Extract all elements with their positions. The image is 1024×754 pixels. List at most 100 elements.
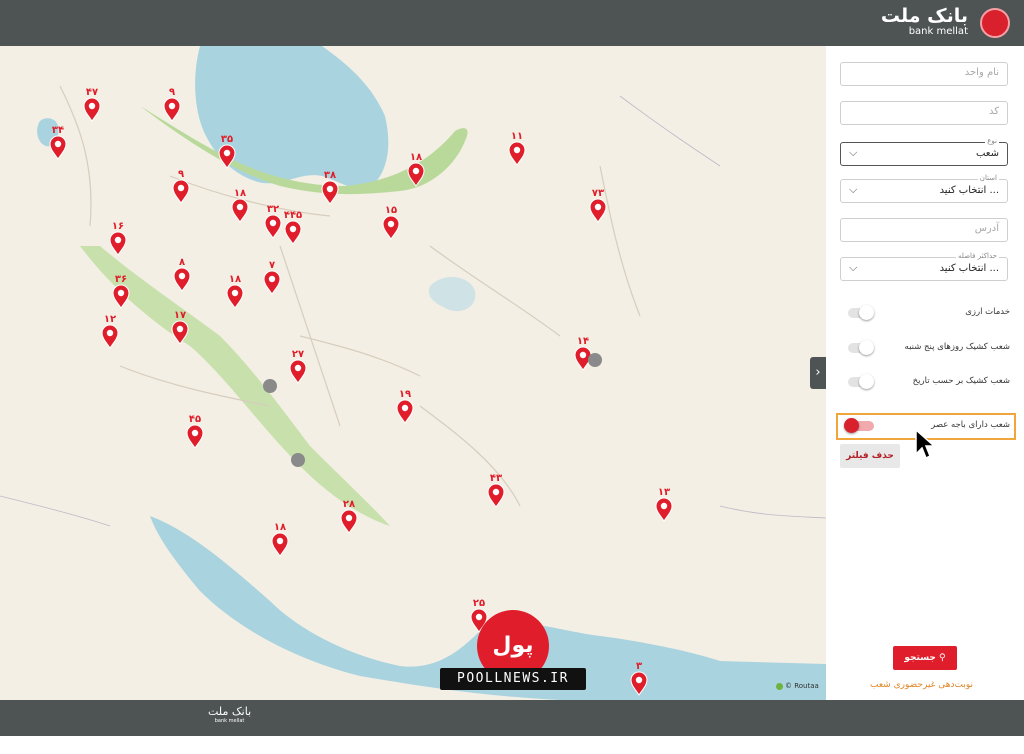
pin-center <box>387 220 395 228</box>
branch-count-label: ۱۸ <box>274 522 286 533</box>
pin-center <box>176 325 184 333</box>
toggle-label: شعب دارای باجه عصر <box>931 420 1010 430</box>
top-header: بانک ملت bank mellat <box>0 0 1024 46</box>
pin-center <box>492 488 500 496</box>
branch-count-label: ۳۸ <box>324 170 336 181</box>
bank-name: بانک ملت <box>880 5 968 27</box>
max-distance-value: انتخاب کنید ... <box>939 263 999 274</box>
branch-count-label: ۱۱ <box>511 131 523 142</box>
province-select[interactable]: استان انتخاب کنید ... ⌵ <box>840 174 1008 203</box>
footer-bank-name: بانک ملت <box>208 705 252 718</box>
pin-center <box>513 146 521 154</box>
pin-center <box>223 149 231 157</box>
map-canvas[interactable]: ۴۷ ۹ ۳۴ ۳۵ ۱۱ ۳۸ ۱۸ ۹ ۱۸ ۳۲ ۴۴۵ ۱۵ ۷۳ ۱۶ ۸ ۱۸ ۷ ۳۶ ۱۲ ۱۷ ۱۴ ۲… <box>0 46 826 700</box>
type-label: نوع <box>985 137 999 145</box>
toggle-date-branches[interactable]: شعب کشیک بر حسب تاریخ <box>840 373 1010 391</box>
code-input[interactable]: کد <box>840 101 1008 125</box>
branch-count-label: ۴۴۵ <box>284 210 302 221</box>
branch-count-label: ۱۹ <box>399 389 411 400</box>
pin-center <box>269 219 277 227</box>
toggle-knob[interactable] <box>859 305 874 320</box>
mouse-cursor-icon <box>915 428 936 460</box>
chevron-down-icon: ⌵ <box>849 146 858 159</box>
branch-count-label: ۱۸ <box>410 152 422 163</box>
address-input[interactable]: آدرس <box>840 218 1008 242</box>
branch-count-label: ۱۷ <box>174 310 186 321</box>
branch-count-label: ۳۴ <box>52 125 64 136</box>
pin-center <box>231 289 239 297</box>
pin-center <box>178 272 186 280</box>
bank-logo[interactable]: بانک ملت bank mellat <box>881 6 968 37</box>
pin-center <box>54 140 62 148</box>
toggle-currency-services[interactable]: خدمات ارزی <box>840 304 1010 322</box>
search-icon: ⚲ <box>939 653 946 663</box>
pin-center <box>88 102 96 110</box>
online-appointment-link[interactable]: نوبت‌دهی غیرحضوری شعب <box>870 680 973 690</box>
routaa-logo-icon <box>776 682 783 690</box>
type-select[interactable]: نوع شعب ⌵ <box>840 137 1008 166</box>
branch-count-label: ۲۷ <box>292 349 304 360</box>
bottom-footer: بانک ملت bank mellat <box>0 700 1024 736</box>
pin-center <box>289 225 297 233</box>
pin-center <box>401 404 409 412</box>
toggle-thursday-branches[interactable]: شعب کشیک روزهای پنج شنبه <box>840 339 1010 357</box>
attribution-text: © Routaa <box>785 682 819 690</box>
toggle-knob[interactable] <box>844 418 859 433</box>
branch-count-label: ۱۶ <box>112 221 124 232</box>
pin-center <box>326 185 334 193</box>
branch-count-label: ۱۲ <box>104 314 116 325</box>
pin-center <box>191 429 199 437</box>
branch-count-label: ۴۳ <box>490 473 502 484</box>
branch-count-label: ۴۷ <box>86 87 98 98</box>
branch-count-label: ۱۵ <box>385 205 397 216</box>
branch-count-label: ۱۸ <box>229 274 241 285</box>
pin-center <box>168 102 176 110</box>
chevron-down-icon: ⌵ <box>849 261 858 274</box>
filter-panel: نام واحد کد نوع شعب ⌵ استان انتخاب کنید … <box>826 46 1024 700</box>
pin-center <box>236 203 244 211</box>
search-button[interactable]: جستجو ⚲ <box>893 646 957 670</box>
pin-center <box>660 502 668 510</box>
pin-center <box>475 613 483 621</box>
max-distance-label: حداکثر فاصله <box>956 252 999 260</box>
branch-count-label: ۱۳ <box>658 487 670 498</box>
bank-mellat-icon <box>980 8 1010 38</box>
pin-center <box>114 236 122 244</box>
unit-name-input[interactable]: نام واحد <box>840 62 1008 86</box>
branch-count-label: ۳ <box>636 661 642 672</box>
branch-count-label: ۱۴ <box>577 336 589 347</box>
toggle-knob[interactable] <box>859 340 874 355</box>
max-distance-select[interactable]: حداکثر فاصله انتخاب کنید ... ⌵ <box>840 252 1008 281</box>
clear-filter-button[interactable]: حذف فیلتر <box>840 444 900 468</box>
toggle-label: شعب کشیک روزهای پنج شنبه <box>904 342 1010 352</box>
branch-count-label: ۷ <box>269 260 275 271</box>
province-value: انتخاب کنید ... <box>939 185 999 196</box>
pin-center <box>635 676 643 684</box>
map-attribution[interactable]: © Routaa <box>776 682 819 690</box>
branch-count-label: ۹ <box>178 169 184 180</box>
pin-center <box>412 167 420 175</box>
branch-count-label: ۹ <box>169 87 175 98</box>
search-label: جستجو <box>904 653 936 663</box>
pin-center <box>594 203 602 211</box>
toggle-knob[interactable] <box>859 374 874 389</box>
bank-name-latin: bank mellat <box>908 26 968 37</box>
pin-center <box>345 514 353 522</box>
address-placeholder: آدرس <box>974 223 999 234</box>
watermark-url: POOLLNEWS.IR <box>440 668 586 690</box>
pin-center <box>276 537 284 545</box>
branch-count-label: ۷۳ <box>592 188 604 199</box>
province-label: استان <box>977 174 999 182</box>
unit-name-placeholder: نام واحد <box>964 67 999 78</box>
branch-count-label: ۲۸ <box>343 499 355 510</box>
footer-bank-name-latin: bank mellat <box>214 718 245 724</box>
pin-center <box>579 351 587 359</box>
expand-panel-button[interactable]: › <box>810 357 826 389</box>
map-view[interactable]: ۴۷ ۹ ۳۴ ۳۵ ۱۱ ۳۸ ۱۸ ۹ ۱۸ ۳۲ ۴۴۵ ۱۵ ۷۳ ۱۶ ۸ ۱۸ ۷ ۳۶ ۱۲ ۱۷ ۱۴ ۲… <box>0 46 826 700</box>
footer-logo[interactable]: بانک ملت bank mellat <box>208 705 251 724</box>
branch-count-label: ۳۵ <box>221 134 233 145</box>
branch-count-label: ۸ <box>179 257 185 268</box>
pin-center <box>117 289 125 297</box>
code-placeholder: کد <box>988 106 999 117</box>
branch-count-label: ۱۸ <box>234 188 246 199</box>
